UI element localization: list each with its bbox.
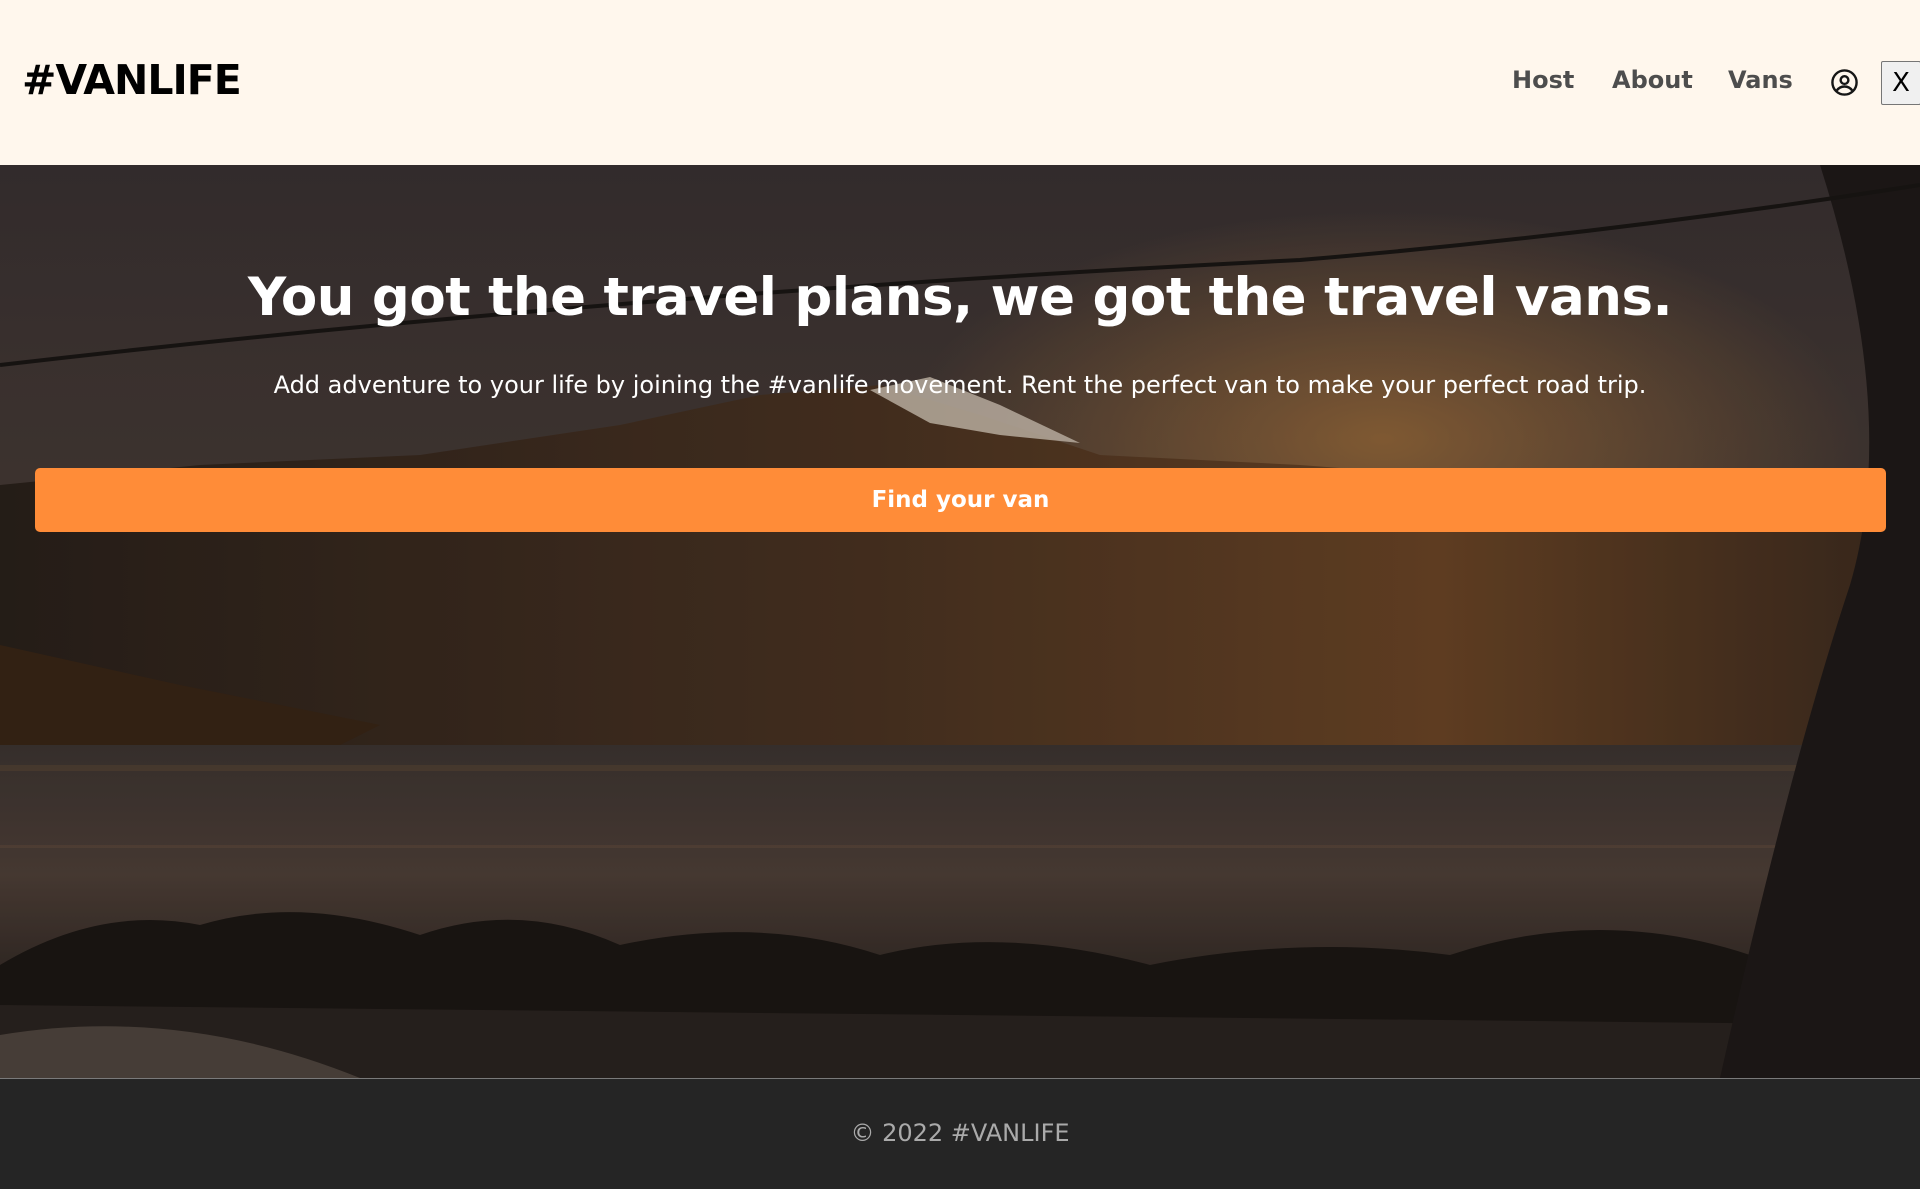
close-button[interactable]: X [1881,61,1920,105]
site-footer: © 2022 #VANLIFE [0,1078,1920,1189]
hero-section: You got the travel plans, we got the tra… [0,165,1920,1078]
nav-link-host[interactable]: Host [1512,66,1574,94]
hero-title: You got the travel plans, we got the tra… [247,267,1673,328]
footer-copyright: © 2022 #VANLIFE [850,1119,1070,1147]
site-logo[interactable]: #VANLIFE [22,56,242,104]
find-your-van-button[interactable]: Find your van [35,468,1886,532]
site-header: #VANLIFE Host About Vans X [0,0,1920,165]
user-circle-icon[interactable] [1830,68,1859,97]
hero-subtitle: Add adventure to your life by joining th… [273,371,1647,399]
nav-link-vans[interactable]: Vans [1728,66,1793,94]
nav-link-about[interactable]: About [1612,66,1693,94]
